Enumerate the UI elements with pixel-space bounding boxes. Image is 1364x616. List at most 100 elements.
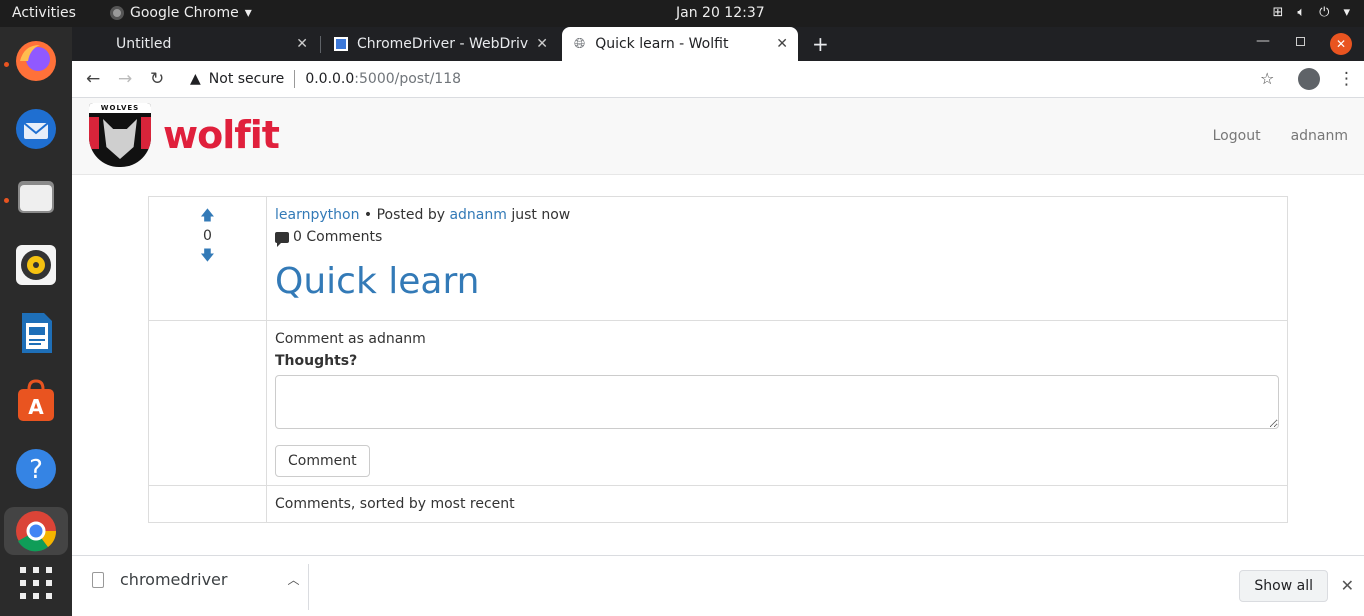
comment-button[interactable]: Comment: [275, 445, 370, 477]
minimize-icon[interactable]: —: [1256, 33, 1270, 49]
author-link[interactable]: adnanm: [449, 207, 506, 223]
wolves-crest-logo: WOLVES: [89, 103, 151, 167]
post-table: 🡅 0 🡇 learnpython • Posted by adnanm jus…: [148, 196, 1288, 523]
caret-down-icon: ▾: [244, 5, 252, 21]
post-title[interactable]: Quick learn: [275, 261, 1279, 302]
bookmark-star-icon[interactable]: ☆: [1260, 69, 1274, 88]
brand-wordmark: wolfit: [163, 113, 280, 157]
post-meta: learnpython • Posted by adnanm just now: [275, 207, 1279, 223]
back-arrow-icon[interactable]: ←: [86, 69, 100, 89]
address-bar[interactable]: ▲ Not secure 0.0.0.0:5000/post/118: [182, 64, 1300, 94]
url-host: 0.0.0.0: [305, 71, 355, 87]
caret-down-icon: ▾: [1343, 5, 1350, 20]
download-filename: chromedriver: [120, 570, 228, 589]
dock: A ?: [0, 27, 72, 616]
crest-side-left: [89, 117, 99, 149]
web-page: WOLVES wolfit Logout adnanm 🡅 0 🡇 learnp…: [72, 98, 1364, 555]
download-separator: [308, 564, 309, 610]
crest-side-right: [141, 117, 151, 149]
downvote-arrow-icon[interactable]: 🡇: [149, 247, 266, 265]
tab-quick-learn[interactable]: 🌐︎ Quick learn - Wolfit ✕: [562, 27, 798, 61]
crest-band-text: WOLVES: [89, 103, 151, 113]
upvote-arrow-icon[interactable]: 🡅: [149, 207, 266, 225]
tab-title: ChromeDriver - WebDrive: [357, 36, 529, 52]
network-icon: ⊞: [1272, 5, 1284, 20]
nav-links: Logout adnanm: [1213, 128, 1348, 144]
webdriver-favicon-icon: [334, 37, 348, 51]
app-menu-label: Google Chrome: [130, 5, 239, 21]
system-top-bar: Activities Google Chrome ▾ Jan 20 12:37 …: [0, 0, 1364, 27]
comment-bubble-icon: [275, 231, 289, 247]
maximize-icon[interactable]: [1296, 37, 1305, 46]
rhythmbox-icon[interactable]: [12, 241, 60, 289]
thoughts-label: Thoughts?: [275, 353, 358, 369]
activities-button[interactable]: Activities: [12, 5, 76, 21]
chrome-icon[interactable]: [4, 507, 68, 555]
close-tab-icon[interactable]: ✕: [776, 36, 788, 52]
download-item[interactable]: chromedriver ︿: [92, 570, 299, 589]
svg-text:A: A: [28, 395, 44, 419]
close-window-icon[interactable]: ✕: [1330, 33, 1352, 55]
profile-avatar-icon[interactable]: [1298, 68, 1320, 90]
url-path: :5000/post/118: [354, 71, 462, 87]
libreoffice-writer-icon[interactable]: [12, 309, 60, 357]
comments-count: 0 Comments: [293, 229, 383, 245]
wolf-face-icon: [103, 119, 137, 159]
svg-text:?: ?: [29, 455, 43, 485]
tab-separator: [320, 36, 321, 53]
file-icon: [92, 571, 104, 588]
site-brand[interactable]: WOLVES wolfit: [89, 103, 280, 167]
running-indicator: [4, 198, 9, 203]
post-content-cell: learnpython • Posted by adnanm just now …: [266, 196, 1288, 321]
show-all-button[interactable]: Show all: [1239, 570, 1328, 602]
post-score: 0: [203, 228, 212, 244]
close-download-bar-icon[interactable]: ✕: [1341, 576, 1354, 595]
reload-icon[interactable]: ↻: [150, 69, 164, 89]
forward-arrow-icon[interactable]: →: [118, 69, 132, 89]
comments-header-row: Comments, sorted by most recent: [148, 485, 1288, 523]
volume-icon: 🔈︎: [1297, 5, 1306, 20]
thunderbird-icon[interactable]: [12, 105, 60, 153]
tab-untitled[interactable]: Untitled ✕: [104, 27, 318, 61]
firefox-icon[interactable]: [12, 37, 60, 85]
chrome-small-icon: [110, 6, 124, 20]
vote-cell: 🡅 0 🡇: [148, 196, 267, 321]
address-divider: [294, 70, 296, 88]
post-row: 🡅 0 🡇 learnpython • Posted by adnanm jus…: [148, 196, 1288, 321]
browser-toolbar: ← → ↻ ▲ Not secure 0.0.0.0:5000/post/118…: [72, 61, 1364, 98]
close-tab-icon[interactable]: ✕: [536, 36, 548, 52]
system-tray[interactable]: ⊞ 🔈︎ ⏻ ▾: [1272, 5, 1350, 20]
download-bar: chromedriver ︿ Show all ✕: [72, 555, 1364, 616]
subreddit-link[interactable]: learnpython: [275, 207, 359, 223]
ubuntu-software-icon[interactable]: A: [12, 377, 60, 425]
user-link[interactable]: adnanm: [1291, 128, 1348, 144]
comments-count-line: 0 Comments: [275, 229, 1279, 247]
show-applications-icon[interactable]: [12, 559, 60, 607]
power-icon: ⏻: [1319, 5, 1330, 20]
chevron-up-icon[interactable]: ︿: [287, 571, 299, 588]
help-icon[interactable]: ?: [12, 445, 60, 493]
logout-link[interactable]: Logout: [1213, 128, 1261, 144]
comment-as-label: Comment as adnanm: [275, 331, 426, 347]
warning-icon[interactable]: ▲: [190, 71, 201, 87]
tab-title: Untitled: [116, 36, 172, 52]
empty-cell: [148, 485, 267, 523]
comment-form-cell: Comment as adnanm Thoughts? Comment: [266, 320, 1288, 486]
tab-title: Quick learn - Wolfit: [595, 36, 729, 52]
site-navbar: WOLVES wolfit Logout adnanm: [72, 98, 1364, 175]
comment-form-row: Comment as adnanm Thoughts? Comment: [148, 320, 1288, 486]
running-indicator: [4, 62, 9, 67]
clock[interactable]: Jan 20 12:37: [676, 5, 765, 21]
files-icon[interactable]: [12, 173, 60, 221]
new-tab-button[interactable]: +: [812, 32, 829, 56]
security-label[interactable]: Not secure: [209, 71, 285, 87]
empty-cell: [148, 320, 267, 486]
tab-strip: Untitled ✕ ChromeDriver - WebDrive ✕ 🌐︎ …: [72, 27, 1364, 61]
close-tab-icon[interactable]: ✕: [296, 36, 308, 52]
tab-chromedriver[interactable]: ChromeDriver - WebDrive ✕: [322, 27, 558, 61]
more-menu-icon[interactable]: ⋮: [1338, 69, 1355, 89]
comments-heading: Comments, sorted by most recent: [266, 485, 1288, 523]
posted-by-text: • Posted by: [363, 207, 446, 223]
app-menu[interactable]: Google Chrome ▾: [110, 5, 252, 21]
comment-textarea[interactable]: [275, 375, 1279, 429]
